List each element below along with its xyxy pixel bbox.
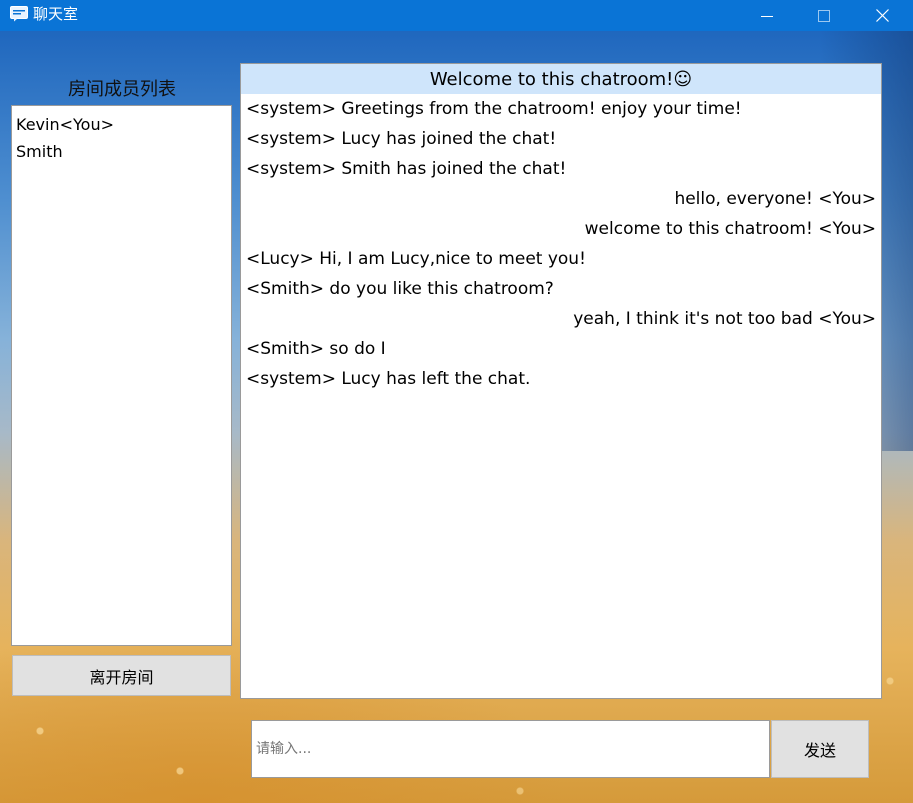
chat-window: 聊天室 房间成员列表 Kevin<You> Smith 离开房间 Welcome… xyxy=(0,0,913,803)
window-title: 聊天室 xyxy=(33,5,79,23)
message-item: <Smith> so do I xyxy=(246,339,386,359)
message-item: <system> Greetings from the chatroom! en… xyxy=(246,99,742,119)
close-button[interactable] xyxy=(859,0,905,31)
message-item: hello, everyone! <You> xyxy=(674,189,876,209)
maximize-button[interactable] xyxy=(801,0,847,31)
member-list-heading: 房间成员列表 xyxy=(68,79,176,100)
message-item: <system> Lucy has joined the chat! xyxy=(246,129,557,149)
minimize-icon xyxy=(761,15,773,17)
chat-app-icon xyxy=(10,6,28,22)
close-icon xyxy=(875,9,889,22)
message-list: <system> Greetings from the chatroom! en… xyxy=(241,94,881,394)
chat-welcome-header: Welcome to this chatroom!☺ xyxy=(241,64,881,94)
message-item: <system> Smith has joined the chat! xyxy=(246,159,567,179)
minimize-button[interactable] xyxy=(744,0,790,31)
maximize-icon xyxy=(818,9,830,22)
message-item: yeah, I think it's not too bad <You> xyxy=(573,309,876,329)
member-item[interactable]: Kevin<You> xyxy=(16,111,227,138)
member-item[interactable]: Smith xyxy=(16,138,227,165)
member-list[interactable]: Kevin<You> Smith xyxy=(11,105,232,646)
message-item: <Lucy> Hi, I am Lucy,nice to meet you! xyxy=(246,249,586,269)
send-button[interactable]: 发送 xyxy=(771,720,869,778)
message-item: <Smith> do you like this chatroom? xyxy=(246,279,554,299)
message-item: welcome to this chatroom! <You> xyxy=(584,219,876,239)
message-input[interactable] xyxy=(251,720,770,778)
chat-message-area[interactable]: Welcome to this chatroom!☺ <system> Gree… xyxy=(240,63,882,699)
leave-room-button[interactable]: 离开房间 xyxy=(12,655,231,696)
title-bar[interactable]: 聊天室 xyxy=(0,0,913,31)
message-item: <system> Lucy has left the chat. xyxy=(246,369,531,389)
